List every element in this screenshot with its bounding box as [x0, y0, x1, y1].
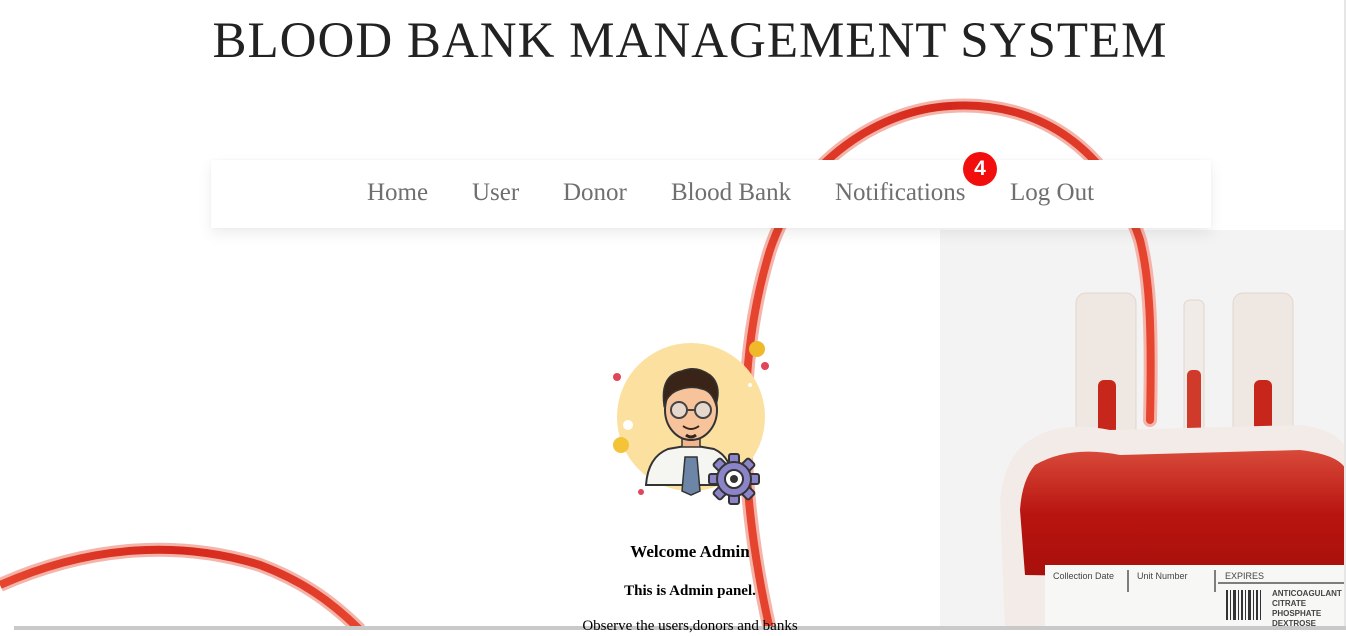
bag-label-collection-date: Collection Date	[1053, 571, 1115, 581]
nav-home[interactable]: Home	[367, 178, 428, 208]
nav-logout[interactable]: Log Out	[1010, 178, 1094, 208]
notifications-count-badge[interactable]: 4	[963, 152, 997, 186]
nav-user[interactable]: User	[472, 178, 519, 208]
nav-notifications[interactable]: Notifications	[835, 178, 966, 208]
bag-label-expires: EXPIRES	[1225, 571, 1265, 581]
admin-avatar-icon	[606, 335, 776, 505]
main-navbar: Home User Donor Blood Bank Notifications…	[211, 152, 1211, 228]
observe-text: Observe the users,donors and banks	[582, 618, 798, 634]
welcome-heading: Welcome Admin	[630, 542, 750, 561]
nav-donor[interactable]: Donor	[563, 178, 627, 208]
admin-panel-text: This is Admin panel.	[624, 583, 756, 599]
blood-bag-background	[0, 98, 1346, 630]
bag-label-unit-number: Unit Number	[1137, 571, 1188, 581]
nav-blood-bank[interactable]: Blood Bank	[671, 178, 791, 208]
gear-icon	[708, 453, 760, 505]
site-title: BLOOD BANK MANAGEMENT SYSTEM	[212, 13, 1168, 69]
